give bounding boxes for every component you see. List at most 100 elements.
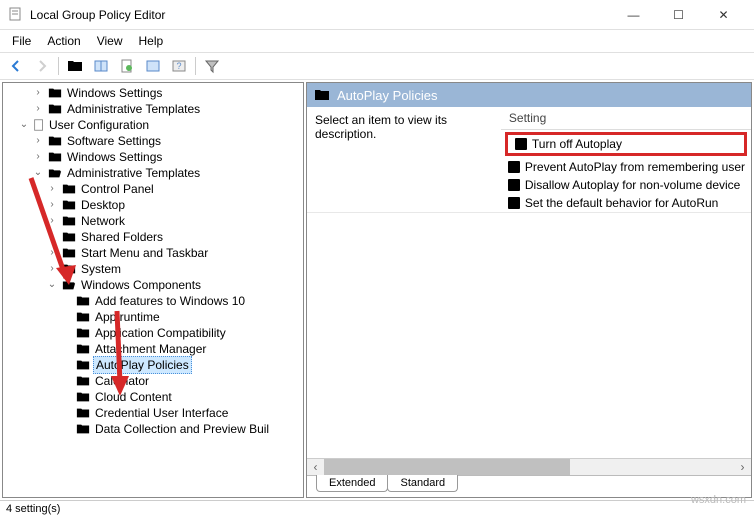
setting-disallow-autoplay[interactable]: Disallow Autoplay for non-volume device [501,176,751,194]
tree-item-admin-templates[interactable]: › Administrative Templates [3,101,303,117]
expander-icon[interactable]: ⌄ [17,117,31,133]
tree-label: Control Panel [79,181,156,197]
expander-icon[interactable]: › [45,181,59,197]
tree-item-credential-ui[interactable]: Credential User Interface [3,405,303,421]
tree-item-cloud-content[interactable]: Cloud Content [3,389,303,405]
description-prompt: Select an item to view its description. [315,113,493,141]
content-area: › Windows Settings › Administrative Templa… [0,80,754,500]
help-button[interactable]: ? [167,55,191,77]
setting-label: Prevent AutoPlay from remembering user [525,160,745,174]
settings-column-header[interactable]: Setting [501,107,751,130]
expander-icon[interactable]: › [31,149,45,165]
menu-view[interactable]: View [89,32,131,50]
tree-label: App runtime [93,309,162,325]
setting-label: Set the default behavior for AutoRun [525,196,718,210]
horizontal-scrollbar[interactable]: ‹ › [307,458,751,475]
scroll-left-button[interactable]: ‹ [307,459,324,476]
tab-extended[interactable]: Extended [316,475,388,492]
tree-item-data-collection[interactable]: Data Collection and Preview Buil [3,421,303,437]
expander-icon[interactable]: ⌄ [45,277,59,293]
tab-standard[interactable]: Standard [387,475,458,492]
tree-scroll[interactable]: › Windows Settings › Administrative Templa… [3,83,303,497]
folder-open-icon [61,278,77,292]
tree-label: Calculator [93,373,151,389]
maximize-button[interactable]: ☐ [656,1,701,29]
tree-item-app-compat[interactable]: Application Compatibility [3,325,303,341]
refresh-button[interactable] [115,55,139,77]
scroll-track[interactable] [324,459,734,475]
tree-label: Network [79,213,127,229]
scroll-right-button[interactable]: › [734,459,751,476]
folder-icon [47,134,63,148]
tree-item-control-panel[interactable]: › Control Panel [3,181,303,197]
tree-item-app-runtime[interactable]: App runtime [3,309,303,325]
tree-item-admin-templates-2[interactable]: ⌄Administrative Templates [3,165,303,181]
user-config-icon [31,118,47,132]
expander-icon[interactable]: › [31,85,45,101]
tree-item-attachment-mgr[interactable]: Attachment Manager [3,341,303,357]
back-button[interactable] [4,55,28,77]
tree-item-user-config[interactable]: ⌄ User Configuration [3,117,303,133]
export-button[interactable] [141,55,165,77]
minimize-button[interactable]: — [611,1,656,29]
folder-icon [61,214,77,228]
tree-item-windows-components[interactable]: ⌄ Windows Components [3,277,303,293]
tree-label: Windows Settings [65,85,164,101]
scroll-thumb[interactable] [324,459,570,475]
policy-icon [507,178,521,192]
folder-icon [75,326,91,340]
tree-item-software-settings[interactable]: ›Software Settings [3,133,303,149]
setting-default-autorun[interactable]: Set the default behavior for AutoRun [501,194,751,212]
forward-button[interactable] [30,55,54,77]
expander-icon[interactable]: ⌄ [31,165,45,181]
tree-item-shared-folders[interactable]: Shared Folders [3,229,303,245]
status-bar: 4 setting(s) [0,500,754,520]
toolbar: ? [0,52,754,80]
view-button[interactable] [89,55,113,77]
tree-item-add-features[interactable]: Add features to Windows 10 [3,293,303,309]
svg-text:?: ? [176,61,181,71]
expander-icon[interactable]: › [45,213,59,229]
folder-icon [75,342,91,356]
filter-button[interactable] [200,55,224,77]
tree-item-windows-settings-2[interactable]: › Windows Settings [3,149,303,165]
tree-label: Administrative Templates [65,101,202,117]
expander-icon[interactable]: › [31,101,45,117]
expander-icon[interactable]: › [31,133,45,149]
tree-label: Data Collection and Preview Buil [93,421,271,437]
tree-item-windows-settings[interactable]: › Windows Settings [3,85,303,101]
tree-label: Cloud Content [93,389,174,405]
tree-label: Windows Settings [65,149,164,165]
tree-label: AutoPlay Policies [93,356,192,374]
expander-icon[interactable]: › [45,245,59,261]
toolbar-separator [58,57,59,75]
tree-item-start-menu[interactable]: ›Start Menu and Taskbar [3,245,303,261]
folder-icon [75,390,91,404]
menu-action[interactable]: Action [39,32,88,50]
folder-icon [75,294,91,308]
expander-icon[interactable]: › [45,261,59,277]
details-title: AutoPlay Policies [337,88,437,103]
tree-label: Add features to Windows 10 [93,293,247,309]
folder-icon [61,198,77,212]
setting-turn-off-autoplay[interactable]: Turn off Autoplay [505,132,747,156]
close-button[interactable]: ✕ [701,1,746,29]
show-hide-tree-button[interactable] [63,55,87,77]
tree-item-calculator[interactable]: Calculator [3,373,303,389]
tree-label: Application Compatibility [93,325,228,341]
tree-label: Windows Components [79,277,203,293]
window-title: Local Group Policy Editor [30,8,611,22]
tree-item-desktop[interactable]: ›Desktop [3,197,303,213]
tree-item-autoplay-policies[interactable]: AutoPlay Policies [3,357,303,373]
tree-label: User Configuration [47,117,151,133]
setting-prevent-autoplay[interactable]: Prevent AutoPlay from remembering user [501,158,751,176]
menu-file[interactable]: File [4,32,39,50]
tree-item-network[interactable]: › Network [3,213,303,229]
folder-icon [313,87,331,103]
details-pane: AutoPlay Policies Select an item to view… [306,82,752,498]
tree-item-system[interactable]: ›System [3,261,303,277]
menu-help[interactable]: Help [131,32,172,50]
expander-icon[interactable]: › [45,197,59,213]
folder-icon [61,246,77,260]
setting-label: Turn off Autoplay [532,137,622,151]
